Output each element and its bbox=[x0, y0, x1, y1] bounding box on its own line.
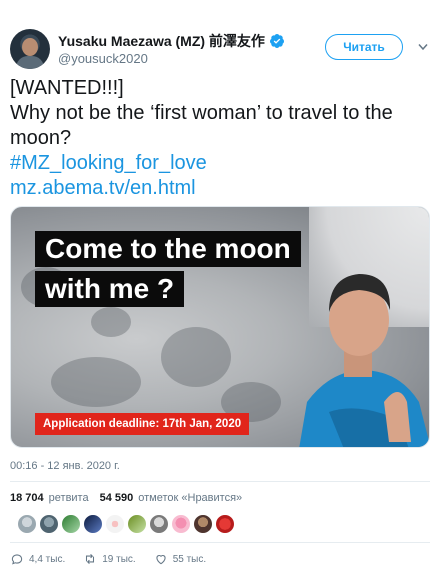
divider bbox=[10, 481, 430, 482]
liker-avatar[interactable] bbox=[61, 514, 81, 534]
likers-avatars bbox=[17, 514, 235, 534]
retweets-count[interactable]: 18 704 bbox=[10, 492, 44, 504]
moon-crater bbox=[161, 327, 231, 387]
retweet-action[interactable]: 19 тыс. bbox=[83, 552, 136, 566]
tweet-line: Why not be the ‘first woman’ to travel t… bbox=[10, 102, 393, 124]
like-icon[interactable] bbox=[154, 552, 168, 566]
liker-avatar[interactable] bbox=[105, 514, 125, 534]
avatar[interactable] bbox=[10, 29, 50, 69]
url-link[interactable]: mz.abema.tv/en.html bbox=[10, 176, 435, 201]
reply-icon[interactable] bbox=[10, 552, 24, 566]
chevron-down-icon[interactable] bbox=[418, 43, 428, 51]
liker-avatar[interactable] bbox=[149, 514, 169, 534]
avatar-face bbox=[22, 38, 38, 56]
image-headline: Come to the moon bbox=[35, 231, 301, 267]
image-headline: with me ? bbox=[35, 271, 185, 307]
timestamp[interactable]: 00:16 - 12 янв. 2020 г. bbox=[10, 460, 120, 472]
reply-action[interactable]: 4,4 тыс. bbox=[10, 552, 65, 566]
author-display-name[interactable]: Yusaku Maezawa (MZ) 前澤友作 bbox=[58, 31, 265, 51]
liker-avatar[interactable] bbox=[39, 514, 59, 534]
tweet-text: [WANTED!!!] Why not be the ‘first woman’… bbox=[10, 76, 435, 201]
man-figure bbox=[299, 274, 429, 447]
moon-crater bbox=[51, 357, 141, 407]
verified-icon bbox=[269, 34, 284, 48]
liker-avatar[interactable] bbox=[193, 514, 213, 534]
moon-crater bbox=[91, 307, 131, 337]
tweet-image[interactable]: Come to the moon with me ? Application d… bbox=[10, 206, 430, 448]
liker-avatar[interactable] bbox=[127, 514, 147, 534]
like-count: 55 тыс. bbox=[172, 553, 207, 565]
deadline-banner: Application deadline: 17th Jan, 2020 bbox=[35, 413, 250, 435]
avatar-body bbox=[16, 56, 44, 69]
retweet-icon[interactable] bbox=[83, 552, 97, 566]
liker-avatar[interactable] bbox=[215, 514, 235, 534]
engagement-stats: 18 704 ретвита 54 590 отметок «Нравится» bbox=[10, 492, 242, 504]
likes-count[interactable]: 54 590 bbox=[100, 492, 134, 504]
follow-button[interactable]: Читать bbox=[325, 34, 403, 60]
retweet-count: 19 тыс. bbox=[102, 553, 136, 565]
like-action[interactable]: 55 тыс. bbox=[154, 552, 206, 566]
divider bbox=[10, 542, 430, 543]
tweet-actions: 4,4 тыс. 19 тыс. 55 тыс. bbox=[10, 552, 224, 566]
liker-avatar[interactable] bbox=[83, 514, 103, 534]
reply-count: 4,4 тыс. bbox=[29, 553, 66, 565]
liker-avatar[interactable] bbox=[17, 514, 37, 534]
likes-label[interactable]: отметок «Нравится» bbox=[138, 492, 242, 504]
author-handle[interactable]: @yousuck2020 bbox=[58, 51, 148, 66]
retweets-label[interactable]: ретвита bbox=[49, 492, 89, 504]
author-name-row[interactable]: Yusaku Maezawa (MZ) 前澤友作 bbox=[58, 31, 285, 51]
tweet-line: moon? bbox=[10, 127, 72, 149]
tweet-line: [WANTED!!!] bbox=[10, 77, 124, 99]
hashtag-link[interactable]: #MZ_looking_for_love bbox=[10, 151, 435, 176]
liker-avatar[interactable] bbox=[171, 514, 191, 534]
